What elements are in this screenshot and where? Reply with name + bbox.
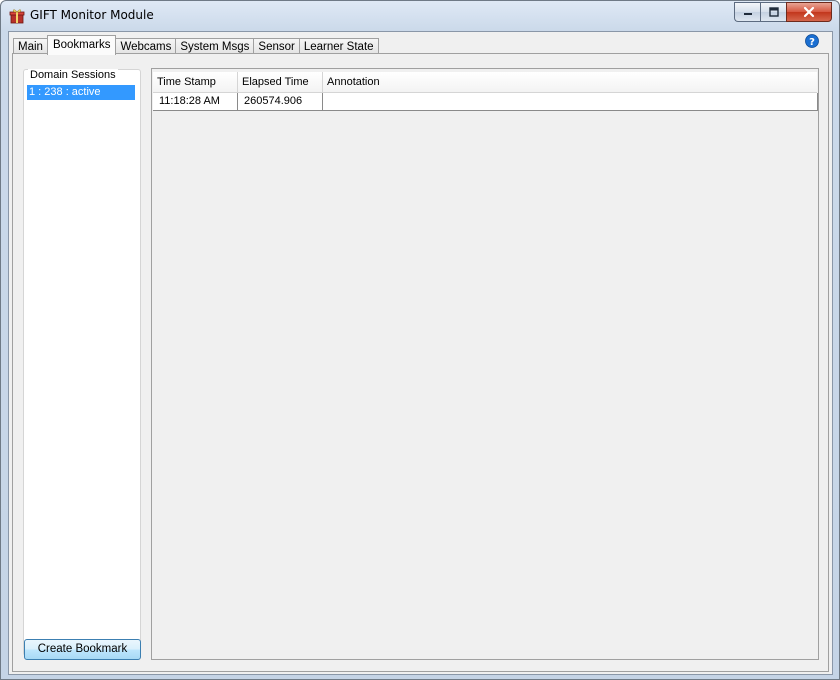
column-header-elapsed-time[interactable]: Elapsed Time [238, 72, 323, 92]
cell-annotation[interactable] [323, 93, 817, 110]
cell-elapsed-time: 260574.906 [238, 93, 323, 110]
column-header-time-stamp[interactable]: Time Stamp [153, 72, 238, 92]
window-controls [734, 2, 832, 22]
table-header: Time Stamp Elapsed Time Annotation [153, 72, 817, 93]
minimize-icon [743, 13, 752, 15]
gift-box-icon [9, 9, 25, 24]
app-window: GIFT Monitor Module Main Bookmarks Webca… [0, 0, 840, 680]
tab-bookmarks[interactable]: Bookmarks [46, 35, 117, 55]
bookmarks-table: Time Stamp Elapsed Time Annotation 11:18… [151, 68, 819, 660]
minimize-button[interactable] [734, 2, 760, 22]
window-title: GIFT Monitor Module [30, 8, 154, 22]
bookmarks-panel: Domain Sessions 1 : 238 : active Create … [12, 53, 829, 672]
column-header-annotation[interactable]: Annotation [323, 72, 817, 92]
session-item[interactable]: 1 : 238 : active [27, 85, 135, 100]
client-area: Main Bookmarks Webcams System Msgs Senso… [8, 31, 833, 675]
title-bar[interactable]: GIFT Monitor Module [1, 1, 839, 31]
create-bookmark-button[interactable]: Create Bookmark [24, 639, 141, 660]
domain-sessions-list[interactable]: Domain Sessions 1 : 238 : active [23, 69, 141, 656]
maximize-icon [768, 7, 779, 17]
close-button[interactable] [786, 2, 832, 22]
svg-text:?: ? [809, 37, 815, 48]
maximize-button[interactable] [760, 2, 786, 22]
tab-bar: Main Bookmarks Webcams System Msgs Senso… [13, 35, 379, 55]
cell-time-stamp: 11:18:28 AM [153, 93, 238, 110]
help-question-icon[interactable]: ? [805, 34, 819, 48]
table-row[interactable]: 11:18:28 AM 260574.906 [153, 93, 818, 111]
close-icon [803, 6, 815, 18]
domain-sessions-label: Domain Sessions [28, 69, 118, 81]
